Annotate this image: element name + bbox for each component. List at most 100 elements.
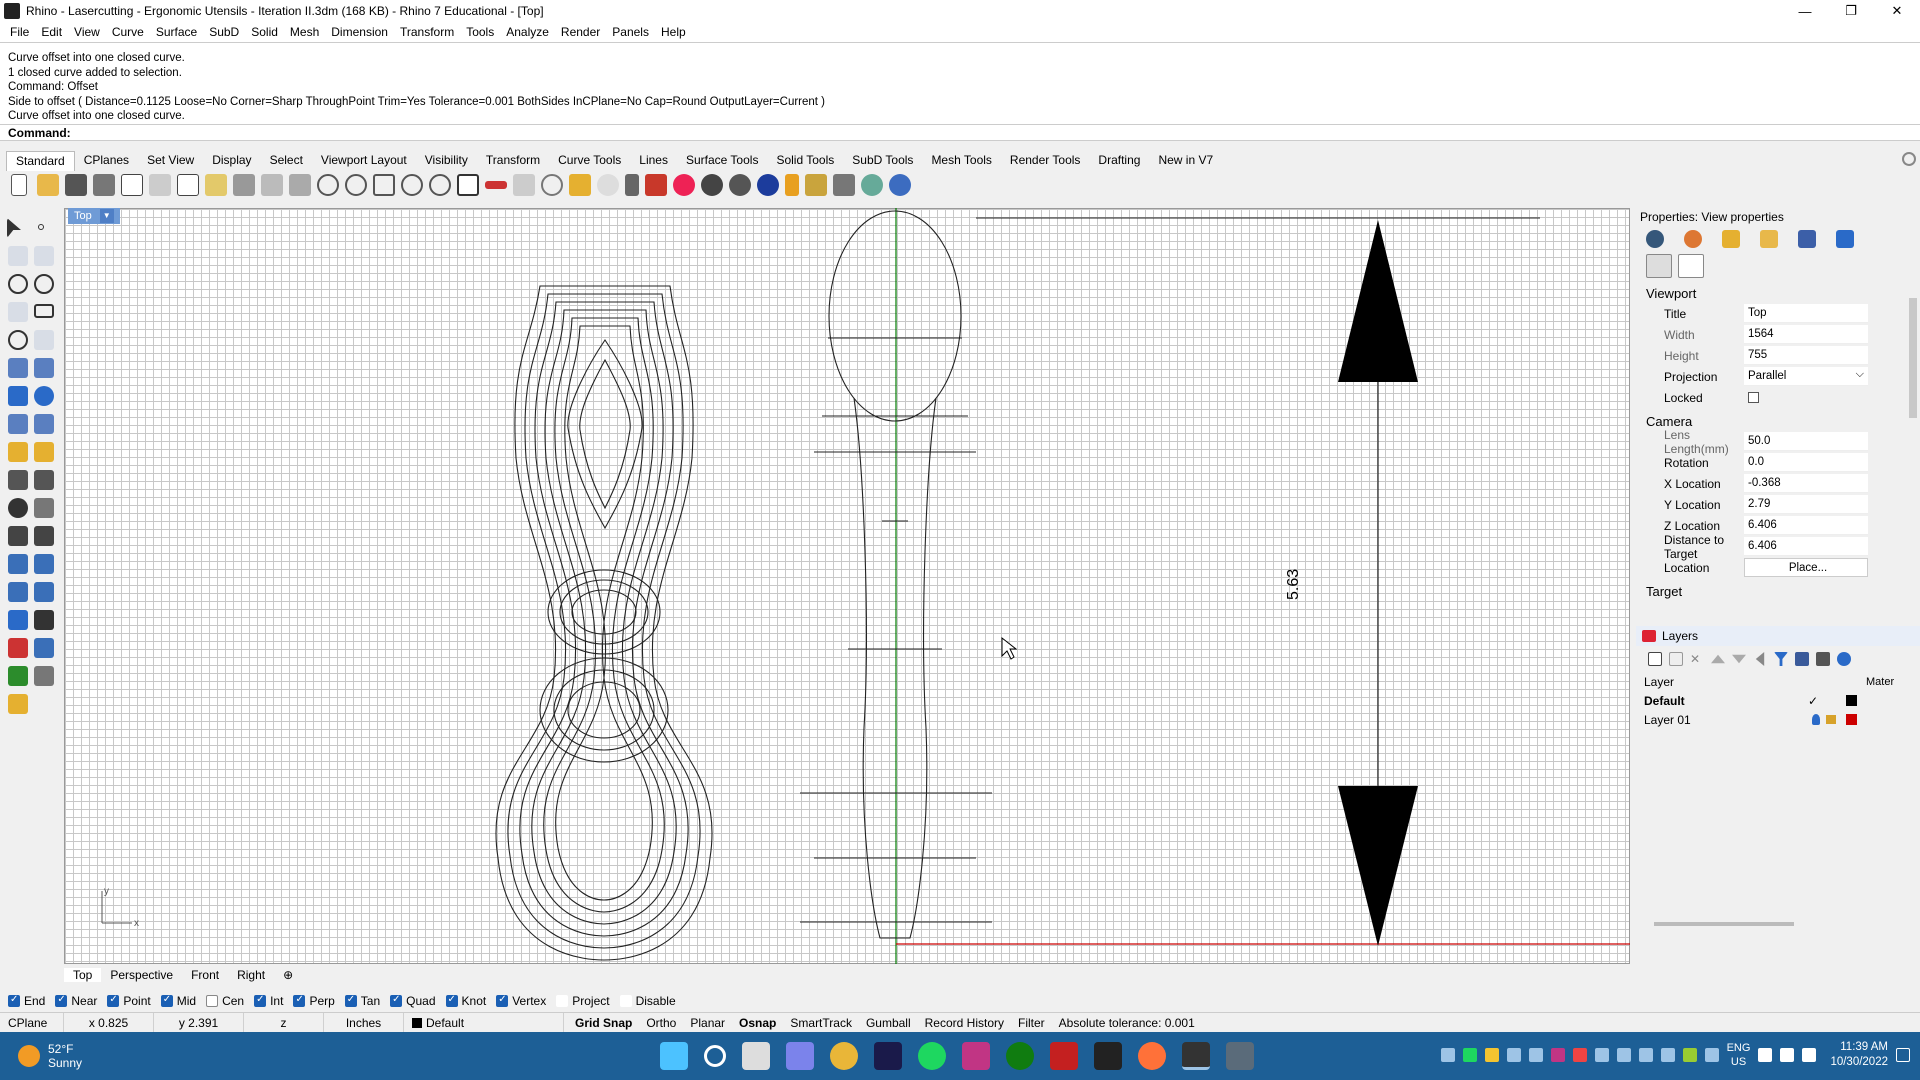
title-field[interactable]: Top bbox=[1744, 304, 1868, 323]
check-icon[interactable] bbox=[8, 666, 28, 686]
material-props-icon[interactable] bbox=[1684, 230, 1702, 248]
osnap-near[interactable]: Near bbox=[55, 994, 97, 1008]
xbox-icon[interactable] bbox=[1006, 1042, 1034, 1070]
osnap-checkbox[interactable] bbox=[619, 995, 632, 1007]
adobe-express-icon[interactable] bbox=[874, 1042, 902, 1070]
visibility-icon[interactable] bbox=[1822, 691, 1842, 710]
zoom-window-icon[interactable] bbox=[345, 174, 367, 196]
osnap-knot[interactable]: Knot bbox=[445, 994, 486, 1008]
x-location-field[interactable]: -0.368 bbox=[1744, 474, 1868, 493]
new-layer-icon[interactable] bbox=[1648, 652, 1662, 666]
place-button[interactable]: Place... bbox=[1744, 558, 1868, 577]
rendered-sphere-icon[interactable] bbox=[729, 174, 751, 196]
distance-field[interactable]: 6.406 bbox=[1744, 537, 1868, 556]
fillet-icon[interactable] bbox=[34, 442, 54, 462]
osnap-checkbox[interactable] bbox=[344, 994, 357, 1007]
polygon-icon[interactable] bbox=[8, 302, 28, 322]
copy-icon[interactable] bbox=[177, 174, 199, 196]
tray-app-icon[interactable] bbox=[1704, 1048, 1719, 1062]
osnap-tan[interactable]: Tan bbox=[344, 994, 380, 1008]
osnap-checkbox[interactable] bbox=[206, 995, 219, 1007]
layer-name[interactable]: Layer 01 bbox=[1640, 710, 1800, 729]
teams-chat-icon[interactable] bbox=[786, 1042, 814, 1070]
tab-viewport-layout[interactable]: Viewport Layout bbox=[312, 151, 416, 170]
new-file-icon[interactable] bbox=[11, 174, 27, 196]
brush-props-icon[interactable] bbox=[1722, 230, 1740, 248]
chrome-icon[interactable] bbox=[830, 1042, 858, 1070]
undo-icon[interactable] bbox=[233, 174, 255, 196]
wifi-icon[interactable] bbox=[1758, 1048, 1773, 1062]
paste-icon[interactable] bbox=[205, 174, 227, 196]
instagram-icon[interactable] bbox=[962, 1042, 990, 1070]
new-sublayer-icon[interactable] bbox=[1669, 652, 1683, 666]
undo-view-icon[interactable] bbox=[429, 174, 451, 196]
tab-cplanes[interactable]: CPlanes bbox=[75, 151, 138, 170]
osnap-checkbox[interactable] bbox=[107, 994, 120, 1007]
filter-icon[interactable] bbox=[1774, 652, 1788, 666]
lens-length-field[interactable]: 50.0 bbox=[1744, 432, 1868, 451]
z-location-field[interactable]: 6.406 bbox=[1744, 516, 1868, 535]
object-props-icon[interactable] bbox=[1646, 230, 1664, 248]
menu-panels[interactable]: Panels bbox=[606, 25, 655, 39]
filter-button[interactable]: Filter bbox=[1011, 1013, 1052, 1033]
color-wheel-icon[interactable] bbox=[673, 174, 695, 196]
polyline-icon[interactable] bbox=[8, 246, 28, 266]
layout-icon[interactable] bbox=[8, 610, 28, 630]
osnap-toggle[interactable]: Osnap bbox=[732, 1013, 783, 1033]
ellipse-icon[interactable] bbox=[8, 330, 28, 350]
tab-lines[interactable]: Lines bbox=[630, 151, 677, 170]
tray-app-icon[interactable] bbox=[1682, 1048, 1697, 1062]
rectangle-icon[interactable] bbox=[34, 304, 54, 318]
render-sphere-icon[interactable] bbox=[757, 174, 779, 196]
dimension-icon[interactable] bbox=[833, 174, 855, 196]
light-bulb-icon[interactable] bbox=[597, 174, 619, 196]
history-scrollbar[interactable] bbox=[1906, 47, 1916, 119]
close-button[interactable]: ✕ bbox=[1874, 0, 1920, 22]
material-icon[interactable] bbox=[645, 174, 667, 196]
tray-spotify-icon[interactable] bbox=[1462, 1048, 1477, 1062]
layer-row-01[interactable]: Layer 01 bbox=[1640, 710, 1920, 729]
tray-bluetooth-icon[interactable] bbox=[1660, 1048, 1675, 1062]
zoom-icon[interactable] bbox=[317, 174, 339, 196]
battery-icon[interactable] bbox=[1802, 1048, 1817, 1062]
osnap-checkbox[interactable] bbox=[160, 994, 173, 1007]
analyze-icon[interactable] bbox=[8, 638, 28, 658]
delete-layer-icon[interactable]: ✕ bbox=[1690, 652, 1704, 666]
rhino-active-icon[interactable] bbox=[1182, 1042, 1210, 1070]
tab-solid-tools[interactable]: Solid Tools bbox=[767, 151, 843, 170]
point-tool-icon[interactable] bbox=[38, 224, 44, 230]
rhino-taskbar-icon[interactable] bbox=[1094, 1042, 1122, 1070]
dimension-tool-icon[interactable] bbox=[8, 582, 28, 602]
viewport-menu-chevron-icon[interactable]: ▼ bbox=[99, 209, 114, 223]
grid-icon[interactable] bbox=[513, 174, 535, 196]
osnap-vertex[interactable]: Vertex bbox=[496, 994, 546, 1008]
cplane-icon[interactable] bbox=[485, 181, 507, 189]
tray-app-icon[interactable] bbox=[1550, 1048, 1565, 1062]
tray-app-icon[interactable] bbox=[1594, 1048, 1609, 1062]
text-icon[interactable] bbox=[8, 554, 28, 574]
language-indicator[interactable]: ENG US bbox=[1727, 1041, 1751, 1069]
tab-transform[interactable]: Transform bbox=[477, 151, 549, 170]
zoom-extents-icon[interactable] bbox=[373, 174, 395, 196]
pan-hand-icon[interactable] bbox=[261, 174, 283, 196]
menu-surface[interactable]: Surface bbox=[150, 25, 203, 39]
clock[interactable]: 11:39 AM 10/30/2022 bbox=[1830, 1040, 1888, 1070]
search-icon[interactable] bbox=[704, 1045, 726, 1067]
options-icon[interactable] bbox=[805, 174, 827, 196]
split-icon[interactable] bbox=[34, 470, 54, 490]
volume-icon[interactable] bbox=[1780, 1048, 1795, 1062]
current-layer-check[interactable]: ✓ bbox=[1800, 691, 1822, 710]
locked-checkbox[interactable] bbox=[1748, 392, 1759, 403]
scrollbar-thumb[interactable] bbox=[1909, 298, 1917, 418]
tab-visibility[interactable]: Visibility bbox=[416, 151, 477, 170]
menu-dimension[interactable]: Dimension bbox=[325, 25, 394, 39]
height-field[interactable]: 755 bbox=[1744, 346, 1868, 365]
shaded-sphere-icon[interactable] bbox=[701, 174, 723, 196]
planar-toggle[interactable]: Planar bbox=[683, 1013, 732, 1033]
menu-mesh[interactable]: Mesh bbox=[284, 25, 325, 39]
trim-icon[interactable] bbox=[8, 470, 28, 490]
camera-icon[interactable] bbox=[1646, 254, 1672, 278]
layer-color-swatch[interactable] bbox=[1842, 710, 1862, 729]
render-tool-icon[interactable] bbox=[34, 638, 54, 658]
record-history-toggle[interactable]: Record History bbox=[918, 1013, 1011, 1033]
